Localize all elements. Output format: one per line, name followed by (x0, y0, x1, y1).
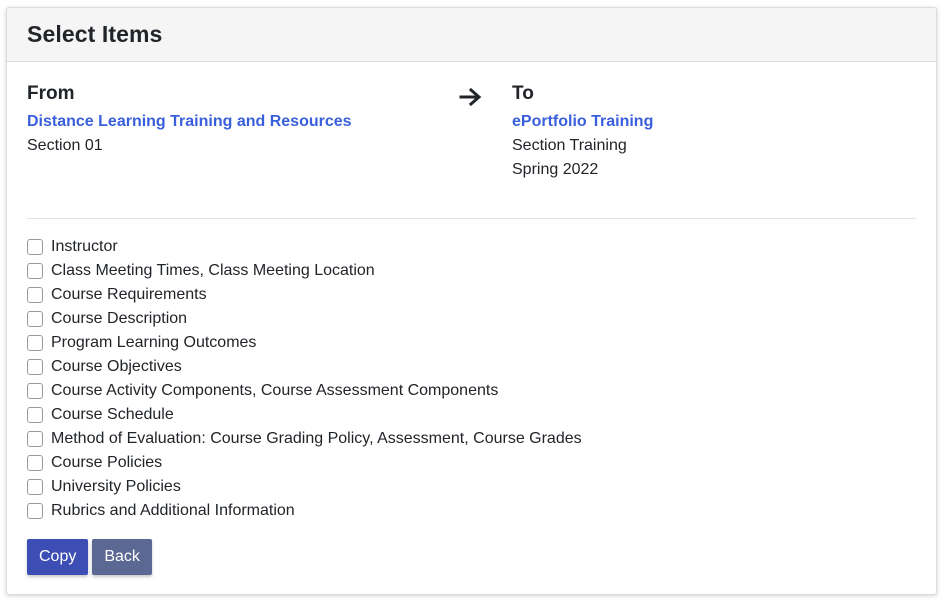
checklist-item[interactable]: Course Activity Components, Course Asses… (27, 379, 916, 403)
checklist-item-label: Course Description (51, 310, 188, 327)
checklist-item[interactable]: Method of Evaluation: Course Grading Pol… (27, 427, 916, 451)
checkbox[interactable] (27, 431, 43, 447)
checklist-item-label: Course Objectives (51, 358, 182, 375)
copy-button[interactable]: Copy (27, 539, 89, 575)
from-column: From Distance Learning Training and Reso… (27, 82, 352, 158)
checklist-item[interactable]: Class Meeting Times, Class Meeting Locat… (27, 259, 916, 283)
page-title: Select Items (27, 21, 163, 47)
checkbox[interactable] (27, 479, 43, 495)
arrow-right-icon (459, 87, 482, 107)
checklist-item[interactable]: Course Schedule (27, 403, 916, 427)
back-button[interactable]: Back (92, 539, 152, 575)
checkbox[interactable] (27, 263, 43, 279)
checklist-item-label: Method of Evaluation: Course Grading Pol… (51, 430, 582, 447)
checkbox[interactable] (27, 359, 43, 375)
checklist-item[interactable]: University Policies (27, 475, 916, 499)
checklist-item-label: Course Schedule (51, 406, 174, 423)
checkbox[interactable] (27, 287, 43, 303)
card-body: From Distance Learning Training and Reso… (7, 62, 936, 575)
checklist-item[interactable]: Program Learning Outcomes (27, 331, 916, 355)
checklist-item[interactable]: Course Objectives (27, 355, 916, 379)
checklist-item-label: Rubrics and Additional Information (51, 502, 295, 519)
checkbox[interactable] (27, 311, 43, 327)
from-heading: From (27, 83, 75, 104)
checklist-item-label: Program Learning Outcomes (51, 334, 257, 351)
item-checklist: Instructor Class Meeting Times, Class Me… (27, 219, 916, 523)
action-buttons: Copy Back (27, 539, 916, 575)
to-column: To ePortfolio Training Section Training … (512, 82, 653, 182)
checkbox[interactable] (27, 407, 43, 423)
checklist-item-label: University Policies (51, 478, 181, 495)
checklist-item-label: Instructor (51, 238, 118, 255)
from-course-link[interactable]: Distance Learning Training and Resources (27, 110, 352, 134)
checklist-item-label: Class Meeting Times, Class Meeting Locat… (51, 262, 375, 279)
checklist-item-label: Course Activity Components, Course Asses… (51, 382, 499, 399)
checkbox[interactable] (27, 503, 43, 519)
transfer-summary: From Distance Learning Training and Reso… (27, 62, 916, 218)
checkbox[interactable] (27, 239, 43, 255)
to-heading: To (512, 83, 534, 104)
checklist-item[interactable]: Course Description (27, 307, 916, 331)
to-term: Spring 2022 (512, 161, 599, 178)
checklist-item[interactable]: Course Policies (27, 451, 916, 475)
select-items-card: Select Items From Distance Learning Trai… (6, 7, 937, 595)
checkbox[interactable] (27, 383, 43, 399)
to-course-link[interactable]: ePortfolio Training (512, 110, 653, 134)
checklist-item[interactable]: Instructor (27, 235, 916, 259)
card-header: Select Items (7, 8, 936, 62)
checklist-item[interactable]: Course Requirements (27, 283, 916, 307)
checkbox[interactable] (27, 335, 43, 351)
from-section: Section 01 (27, 137, 103, 154)
checklist-item-label: Course Requirements (51, 286, 207, 303)
checklist-item[interactable]: Rubrics and Additional Information (27, 499, 916, 523)
checkbox[interactable] (27, 455, 43, 471)
to-section: Section Training (512, 137, 627, 154)
checklist-item-label: Course Policies (51, 454, 163, 471)
